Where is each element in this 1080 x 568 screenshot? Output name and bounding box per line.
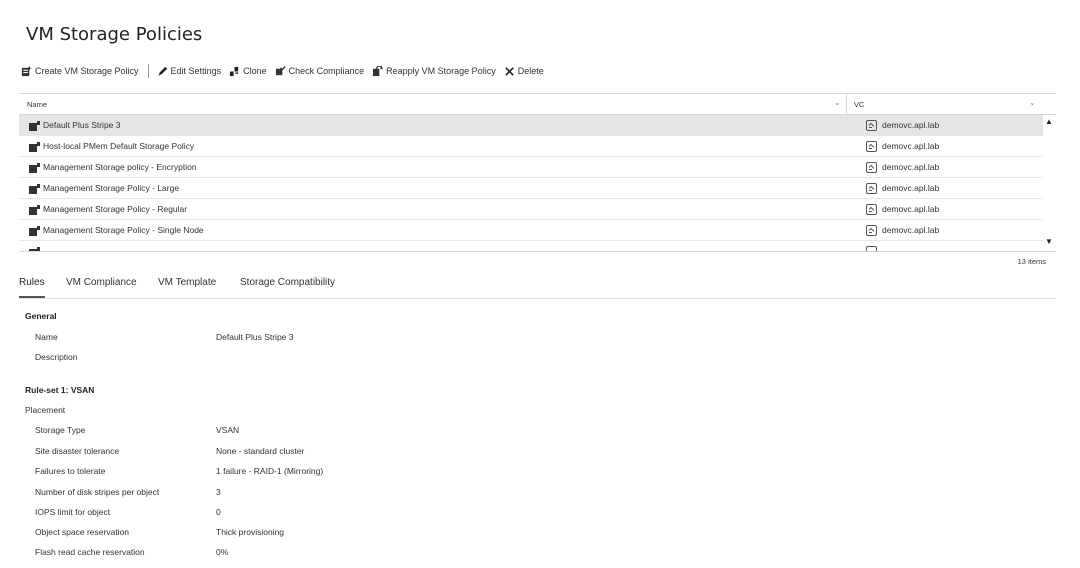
- table-row[interactable]: Default Plus Stripe 3 demovc.apl.lab: [19, 115, 1043, 136]
- failures-to-tolerate-value: 1 failure - RAID-1 (Mirroring): [216, 466, 324, 476]
- object-space-reservation-label: Object space reservation: [35, 527, 130, 537]
- row-vc: demovc.apl.lab: [882, 225, 940, 235]
- create-policy-label: Create VM Storage Policy: [35, 66, 139, 76]
- general-heading: General: [25, 311, 57, 321]
- table-row[interactable]: Management Storage Policy - Single Node …: [19, 220, 1043, 241]
- disk-stripes-label: Number of disk stripes per object: [35, 487, 160, 497]
- vcenter-icon: [866, 162, 877, 173]
- table-row[interactable]: Management Storage Policy - Regular demo…: [19, 199, 1043, 220]
- column-divider[interactable]: [846, 94, 847, 115]
- row-vc: demovc.apl.lab: [882, 162, 940, 172]
- reapply-policy-label: Reapply VM Storage Policy: [386, 66, 496, 76]
- policies-grid: Name ⌄ VC ⌄ Default Plus Stripe 3 demovc…: [19, 93, 1056, 267]
- chevron-down-icon[interactable]: ▼: [1045, 237, 1053, 246]
- storage-type-label: Storage Type: [35, 425, 86, 435]
- check-compliance-label: Check Compliance: [288, 66, 365, 76]
- delete-button[interactable]: Delete: [504, 66, 544, 77]
- tab-vm-compliance[interactable]: VM Compliance: [66, 277, 137, 288]
- storage-policy-icon: [29, 142, 40, 152]
- row-vc: demovc.apl.lab: [882, 141, 940, 151]
- object-space-reservation-value: Thick provisioning: [216, 527, 285, 537]
- toolbar-separator: [147, 64, 149, 78]
- table-row[interactable]: Host-local PMem Default Storage Policy d…: [19, 136, 1043, 157]
- tab-rules[interactable]: Rules: [19, 277, 45, 288]
- grid-rows: Default Plus Stripe 3 demovc.apl.lab Hos…: [19, 115, 1043, 251]
- ruleset-heading: Rule-set 1: VSAN: [25, 385, 95, 395]
- name-value: Default Plus Stripe 3: [216, 332, 294, 342]
- filter-chevron-down-icon[interactable]: ⌄: [834, 98, 841, 107]
- iops-limit-value: 0: [216, 507, 221, 517]
- column-header-vc[interactable]: VC: [854, 100, 864, 109]
- flash-read-cache-value: 0%: [216, 547, 229, 557]
- site-disaster-tolerance-label: Site disaster tolerance: [35, 446, 120, 456]
- storage-type-value: VSAN: [216, 425, 240, 435]
- reapply-policy-icon: [373, 65, 383, 76]
- tab-vm-template[interactable]: VM Template: [158, 277, 216, 288]
- vcenter-icon: [866, 120, 877, 131]
- placement-heading: Placement: [25, 405, 66, 415]
- name-label: Name: [35, 332, 58, 342]
- row-name: Host-local PMem Default Storage Policy: [43, 141, 195, 151]
- row-name: Management Storage Policy - Single Node: [43, 225, 204, 235]
- grid-footer: 13 items: [19, 251, 1056, 268]
- site-disaster-tolerance-value: None - standard cluster: [216, 446, 305, 456]
- storage-policy-icon: [29, 163, 40, 173]
- storage-policy-icon: [29, 205, 40, 215]
- clone-icon: [229, 66, 239, 76]
- grid-header: Name ⌄ VC ⌄: [19, 94, 1056, 115]
- failures-to-tolerate-label: Failures to tolerate: [35, 466, 106, 476]
- edit-settings-label: Edit Settings: [170, 66, 222, 76]
- storage-policy-icon: [29, 121, 40, 131]
- column-header-name[interactable]: Name: [27, 100, 47, 109]
- reapply-policy-button[interactable]: Reapply VM Storage Policy: [372, 65, 496, 77]
- clone-label: Clone: [243, 66, 267, 76]
- active-tab-indicator: [19, 296, 45, 298]
- row-vc: demovc.apl.lab: [882, 183, 940, 193]
- filter-chevron-down-icon[interactable]: ⌄: [1029, 98, 1036, 107]
- row-vc: demovc.apl.lab: [882, 204, 940, 214]
- check-compliance-button[interactable]: Check Compliance: [275, 65, 365, 77]
- items-count: 13 items: [1017, 257, 1046, 266]
- flash-read-cache-label: Flash read cache reservation: [35, 547, 145, 557]
- chevron-up-icon[interactable]: ▲: [1045, 117, 1053, 126]
- toolbar: Create VM Storage Policy Edit Settings C…: [21, 62, 552, 80]
- row-name: Management Storage Policy - Regular: [43, 204, 188, 214]
- storage-policy-icon: [29, 184, 40, 194]
- description-label: Description: [35, 352, 78, 362]
- page-title: VM Storage Policies: [26, 24, 203, 45]
- row-name: Management Storage Policy - Large: [43, 183, 180, 193]
- row-name: Default Plus Stripe 3: [43, 120, 121, 130]
- delete-label: Delete: [517, 66, 544, 76]
- disk-stripes-value: 3: [216, 487, 221, 497]
- details-tabs: Rules VM Compliance VM Template Storage …: [19, 277, 1056, 299]
- table-row-partial[interactable]: [19, 241, 1043, 251]
- create-policy-icon: [21, 65, 32, 76]
- table-row[interactable]: Management Storage policy - Encryption d…: [19, 157, 1043, 178]
- edit-settings-button[interactable]: Edit Settings: [157, 66, 222, 77]
- iops-limit-label: IOPS limit for object: [35, 507, 111, 517]
- tab-storage-compatibility[interactable]: Storage Compatibility: [240, 277, 335, 288]
- row-vc: demovc.apl.lab: [882, 120, 940, 130]
- clone-button[interactable]: Clone: [229, 66, 267, 77]
- vcenter-icon: [866, 141, 877, 152]
- pencil-icon: [157, 66, 167, 76]
- row-name: Management Storage policy - Encryption: [43, 162, 197, 172]
- vcenter-icon: [866, 204, 877, 215]
- close-icon: [504, 66, 514, 76]
- vcenter-icon: [866, 183, 877, 194]
- vcenter-icon: [866, 225, 877, 236]
- create-policy-button[interactable]: Create VM Storage Policy: [21, 65, 139, 77]
- check-compliance-icon: [275, 65, 286, 75]
- table-row[interactable]: Management Storage Policy - Large demovc…: [19, 178, 1043, 199]
- grid-scrollbar[interactable]: ▲ ▼: [1043, 115, 1056, 251]
- storage-policy-icon: [29, 226, 40, 236]
